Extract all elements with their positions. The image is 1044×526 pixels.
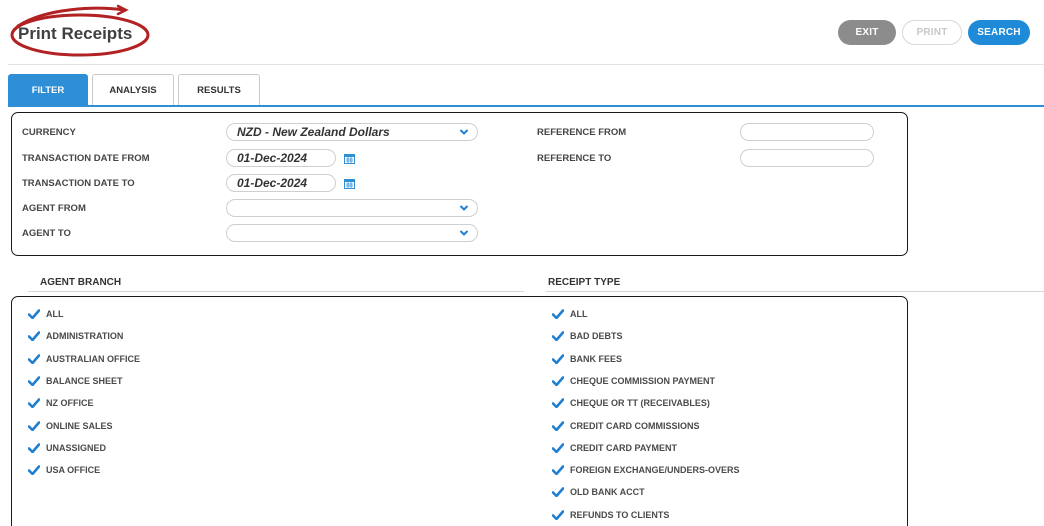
receipt-type-checkbox[interactable]: FOREIGN EXCHANGE/UNDERS-OVERS: [552, 461, 740, 479]
receipt-type-label: CREDIT CARD PAYMENT: [570, 442, 678, 453]
tab-bar: FILTER ANALYSIS RESULTS: [8, 74, 260, 105]
tab-filter[interactable]: FILTER: [8, 74, 88, 105]
agent-branch-label: BALANCE SHEET: [46, 375, 123, 386]
agent-branch-label: ADMINISTRATION: [46, 331, 124, 342]
toolbar: EXIT PRINT SEARCH: [838, 20, 1030, 45]
receipt-type-checkbox[interactable]: CHEQUE COMMISSION PAYMENT: [552, 372, 715, 390]
agent-to-select[interactable]: [226, 224, 478, 242]
receipt-type-label: REFUNDS TO CLIENTS: [570, 509, 670, 520]
reference-to-label: REFERENCE TO: [537, 152, 612, 164]
checkmark-icon: [552, 331, 564, 342]
page-title: Print Receipts: [18, 24, 133, 43]
receipt-type-label: BANK FEES: [570, 353, 623, 364]
receipt-type-checkbox[interactable]: CREDIT CARD COMMISSIONS: [552, 417, 700, 435]
agent-branch-checkbox[interactable]: NZ OFFICE: [28, 394, 94, 412]
checkmark-icon: [552, 509, 564, 520]
checkmark-icon: [552, 420, 564, 431]
chevron-down-icon: [459, 129, 469, 135]
receipt-type-label: CHEQUE COMMISSION PAYMENT: [570, 375, 716, 386]
date-from-value: 01-Dec-2024: [237, 151, 308, 165]
header-divider: [8, 64, 1044, 65]
tab-analysis[interactable]: ANALYSIS: [92, 74, 174, 105]
checkmark-icon: [552, 487, 564, 498]
chevron-down-icon: [459, 230, 469, 236]
checkmark-icon: [28, 420, 40, 431]
agent-branch-checkbox[interactable]: BALANCE SHEET: [28, 372, 123, 390]
checkmark-icon: [552, 309, 564, 319]
receipt-type-checkbox[interactable]: ALL: [552, 305, 588, 323]
checkmark-icon: [28, 376, 40, 386]
agent-branch-label: UNASSIGNED: [46, 442, 107, 453]
receipt-type-heading: RECEIPT TYPE: [548, 277, 621, 288]
receipt-type-checkbox[interactable]: BANK FEES: [552, 350, 622, 368]
currency-select[interactable]: NZD - New Zealand Dollars: [226, 123, 478, 141]
receipt-type-checkbox[interactable]: REFUNDS TO CLIENTS: [552, 506, 669, 524]
checkmark-icon: [28, 309, 40, 319]
date-to-label: TRANSACTION DATE TO: [22, 177, 135, 189]
receipt-type-checkbox[interactable]: BAD DEBTS: [552, 327, 623, 345]
reference-from-label: REFERENCE FROM: [537, 126, 627, 138]
checkbox-lists-panel: ALL ADMINISTRATION AUSTRALIAN OFFICE BALANC…: [11, 296, 908, 526]
agent-branch-label: NZ OFFICE: [46, 398, 94, 409]
reference-to-input[interactable]: [740, 149, 874, 167]
agent-branch-label: AUSTRALIAN OFFICE: [46, 353, 140, 364]
checkmark-icon: [552, 353, 564, 364]
date-from-input[interactable]: 01-Dec-2024: [226, 149, 336, 167]
receipt-type-checkbox[interactable]: CREDIT CARD PAYMENT: [552, 439, 677, 457]
title-area: Print Receipts: [6, 4, 154, 60]
receipt-type-label: CHEQUE OR TT (RECEIVABLES): [570, 398, 710, 409]
calendar-icon[interactable]: [344, 178, 355, 189]
checkmark-icon: [552, 398, 564, 409]
tab-underline: [8, 105, 1044, 107]
chevron-down-icon: [459, 205, 469, 211]
receipt-type-checkbox[interactable]: CHEQUE OR TT (RECEIVABLES): [552, 394, 710, 412]
receipt-type-label: FOREIGN EXCHANGE/UNDERS-OVERS: [570, 465, 740, 476]
agent-branch-label: ALL: [46, 309, 64, 319]
calendar-icon[interactable]: [344, 153, 355, 164]
checkmark-icon: [28, 465, 40, 476]
checkmark-icon: [28, 398, 40, 409]
receipt-type-checkbox[interactable]: OLD BANK ACCT: [552, 483, 645, 501]
checkmark-icon: [552, 442, 564, 453]
receipt-type-label: ALL: [570, 309, 588, 319]
currency-label: CURRENCY: [22, 126, 76, 138]
search-button[interactable]: SEARCH: [968, 20, 1030, 45]
checkmark-icon: [28, 442, 40, 453]
agent-branch-checkbox[interactable]: ONLINE SALES: [28, 417, 113, 435]
tab-results[interactable]: RESULTS: [178, 74, 260, 105]
date-to-value: 01-Dec-2024: [237, 176, 308, 190]
checkmark-icon: [28, 353, 40, 364]
agent-branch-heading: AGENT BRANCH: [40, 277, 122, 288]
agent-from-label: AGENT FROM: [22, 202, 86, 214]
receipt-type-divider: [546, 291, 1044, 292]
exit-button[interactable]: EXIT: [838, 20, 896, 45]
checkmark-icon: [552, 465, 564, 476]
agent-branch-label: USA OFFICE: [46, 465, 101, 476]
receipt-type-label: CREDIT CARD COMMISSIONS: [570, 420, 700, 431]
agent-from-select[interactable]: [226, 199, 478, 217]
agent-branch-checkbox[interactable]: AUSTRALIAN OFFICE: [28, 350, 140, 368]
agent-branch-checkbox[interactable]: USA OFFICE: [28, 461, 100, 479]
filter-panel: CURRENCY TRANSACTION DATE FROM TRANSACTI…: [11, 112, 908, 256]
print-button[interactable]: PRINT: [902, 20, 962, 45]
agent-branch-checkbox[interactable]: ADMINISTRATION: [28, 327, 123, 345]
receipt-type-label: BAD DEBTS: [570, 331, 623, 342]
agent-branch-label: ONLINE SALES: [46, 420, 113, 431]
agent-branch-checkbox[interactable]: UNASSIGNED: [28, 439, 106, 457]
date-to-input[interactable]: 01-Dec-2024: [226, 174, 336, 192]
receipt-type-label: OLD BANK ACCT: [570, 487, 645, 498]
agent-branch-checkbox[interactable]: ALL: [28, 305, 64, 323]
checkmark-icon: [28, 331, 40, 342]
checkmark-icon: [552, 376, 564, 386]
date-from-label: TRANSACTION DATE FROM: [22, 152, 150, 164]
agent-to-label: AGENT TO: [22, 227, 71, 239]
reference-from-input[interactable]: [740, 123, 874, 141]
agent-branch-divider: [28, 291, 524, 292]
currency-value: NZD - New Zealand Dollars: [237, 125, 390, 139]
